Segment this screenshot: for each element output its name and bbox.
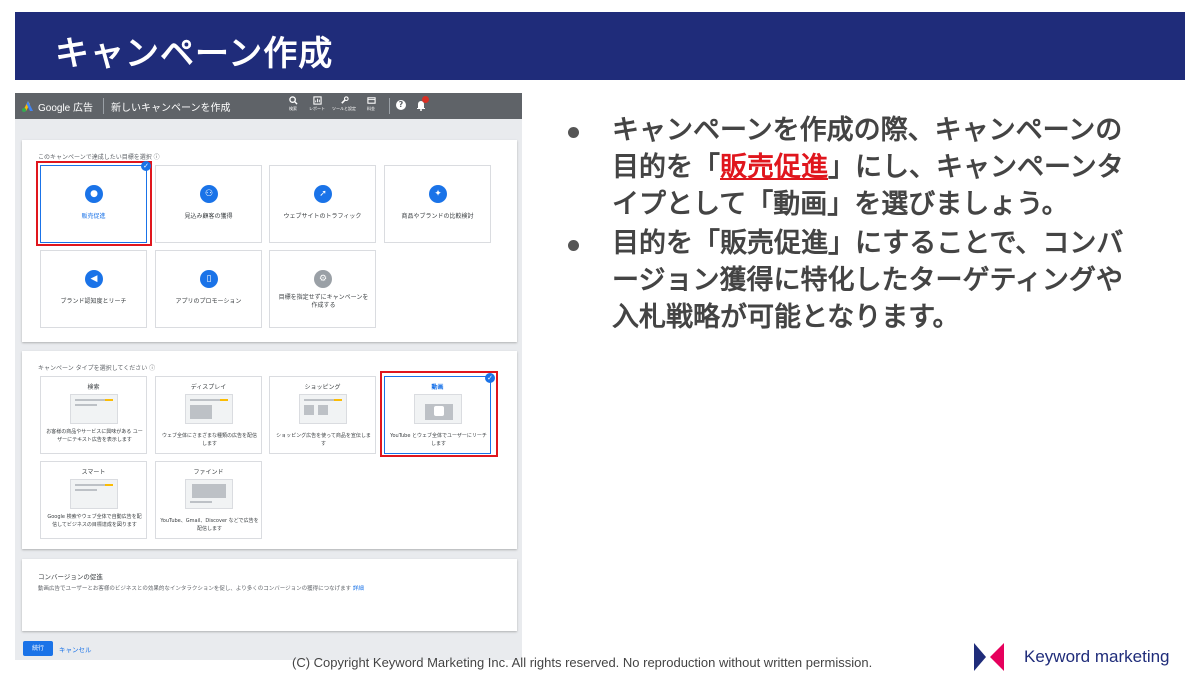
- type-tile-discovery[interactable]: ファインド YouTube、Gmail、Discover などで広告を配信します: [155, 461, 262, 539]
- goal-tile-leads[interactable]: ⚇ 見込み顧客の獲得: [155, 165, 262, 243]
- tool-report-label: レポート: [309, 106, 325, 111]
- ads-screenshot: Google 広告 新しいキャンペーンを作成 検索 レポート ツールと設定 料金…: [15, 93, 522, 660]
- tool-settings-label: ツールと設定: [332, 106, 356, 111]
- wrench-icon: [340, 96, 349, 104]
- type-tile-display[interactable]: ディスプレイ ウェブ全体にさまざまな種類の広告を配信します: [155, 376, 262, 454]
- google-ads-logo-icon: [22, 101, 33, 112]
- goal-tile-app[interactable]: ▯ アプリのプロモーション: [155, 250, 262, 328]
- goal-tile-no-goal-label: 目標を指定せずにキャンペーンを作成する: [278, 294, 369, 309]
- goal-tile-traffic[interactable]: ➚ ウェブサイトのトラフィック: [269, 165, 376, 243]
- conversion-desc: 動画広告でユーザーとお客様のビジネスとの効果的なインタラクションを促し、より多く…: [38, 585, 368, 594]
- info-icon: ⓘ: [153, 154, 160, 161]
- bullet-dot-icon: [568, 127, 579, 138]
- cursor-icon: ➚: [314, 185, 332, 203]
- selected-check-icon: ✓: [485, 373, 495, 383]
- type-tile-discovery-title: ファインド: [193, 469, 224, 476]
- goal-tile-app-label: アプリのプロモーション: [175, 298, 242, 305]
- goal-section-label-text: このキャンペーンで達成したい目標を選択: [38, 154, 152, 161]
- goal-tile-no-goal[interactable]: ⚙ 目標を指定せずにキャンペーンを作成する: [269, 250, 376, 328]
- type-tile-discovery-desc: YouTube、Gmail、Discover などで広告を配信します: [160, 518, 259, 532]
- ads-header-bar: Google 広告 新しいキャンペーンを作成 検索 レポート ツールと設定 料金…: [15, 93, 522, 119]
- type-tile-smart-desc: Google 検索やウェブ全体で自動広告を配信してビジネスの目標達成を図ります: [47, 514, 142, 528]
- details-link[interactable]: 詳細: [353, 586, 364, 592]
- slide-title: キャンペーン作成: [55, 34, 334, 74]
- goal-tile-leads-label: 見込み顧客の獲得: [184, 213, 233, 220]
- type-tile-smart-title: スマート: [81, 469, 106, 476]
- bullet-list: キャンペーンを作成の際、キャンペーンの目的を「販売促進」にし、キャンペーンタイプ…: [566, 112, 1126, 338]
- conversion-title: コンバージョンの促進: [38, 573, 103, 581]
- bullet-item-2: 目的を「販売促進」にすることで、コンバージョン獲得に特化したターゲティングや入札…: [566, 225, 1126, 336]
- type-tile-search-title: 検索: [87, 384, 100, 391]
- discovery-thumb-icon: [185, 479, 233, 509]
- shopping-thumb-icon: [299, 394, 347, 424]
- goal-section-label: このキャンペーンで達成したい目標を選択 ⓘ: [38, 152, 160, 161]
- notification-badge: [422, 96, 429, 103]
- type-tile-shopping[interactable]: ショッピング ショッピング広告を使って商品を宣伝します: [269, 376, 376, 454]
- search-icon: [288, 96, 298, 105]
- ads-brand: Google 広告: [38, 103, 94, 114]
- tool-search[interactable]: 検索: [280, 96, 306, 112]
- tool-billing-label: 料金: [367, 106, 375, 111]
- type-tile-shopping-title: ショッピング: [304, 384, 341, 391]
- goal-tile-awareness-label: ブランド認知度とリーチ: [60, 298, 127, 305]
- type-tile-smart[interactable]: スマート Google 検索やウェブ全体で自動広告を配信してビジネスの目標達成を…: [40, 461, 147, 539]
- header-divider: [103, 98, 104, 114]
- goal-tile-traffic-label: ウェブサイトのトラフィック: [283, 213, 362, 220]
- continue-button[interactable]: 続行: [23, 641, 53, 656]
- type-card: キャンペーン タイプを選択してください ⓘ 検索 お客様の商品やサービスに興味が…: [22, 351, 517, 549]
- help-icon[interactable]: ?: [396, 100, 406, 110]
- highlight-frame-goal: [36, 161, 152, 246]
- bullet-1-emphasis: 販売促進: [720, 152, 828, 183]
- sparkle-icon: ✦: [429, 185, 447, 203]
- goal-tile-consideration[interactable]: ✦ 商品やブランドの比較検討: [384, 165, 491, 243]
- keyword-marketing-logo-icon: [974, 643, 1004, 671]
- bullet-item-1: キャンペーンを作成の際、キャンペーンの目的を「販売促進」にし、キャンペーンタイプ…: [566, 112, 1126, 223]
- highlight-frame-type: [380, 371, 498, 457]
- tool-billing[interactable]: 料金: [358, 96, 384, 112]
- display-thumb-icon: [185, 394, 233, 424]
- report-icon: [312, 96, 322, 105]
- bullet-dot-icon: [568, 240, 579, 251]
- gear-icon: ⚙: [314, 270, 332, 288]
- bullet-2-text: 目的を「販売促進」にすることで、コンバージョン獲得に特化したターゲティングや入札…: [612, 228, 1124, 333]
- type-tile-search[interactable]: 検索 お客様の商品やサービスに興味がある ユーザーにテキスト広告を表示します: [40, 376, 147, 454]
- title-bar: キャンペーン作成: [15, 12, 1185, 80]
- type-tile-search-desc: お客様の商品やサービスに興味がある ユーザーにテキスト広告を表示します: [46, 429, 143, 443]
- selected-check-icon: ✓: [141, 161, 151, 171]
- info-icon: ⓘ: [149, 365, 156, 372]
- type-tile-shopping-desc: ショッピング広告を使って商品を宣伝します: [276, 433, 371, 447]
- speaker-icon: ◀: [85, 270, 103, 288]
- conversion-desc-text: 動画広告でユーザーとお客様のビジネスとの効果的なインタラクションを促し、より多く…: [38, 586, 352, 592]
- logo-text: Keyword marketing: [1024, 647, 1170, 666]
- people-icon: ⚇: [200, 185, 218, 203]
- copyright-text: (C) Copyright Keyword Marketing Inc. All…: [292, 655, 873, 670]
- type-section-label: キャンペーン タイプを選択してください ⓘ: [38, 363, 155, 372]
- header-divider-right: [389, 98, 390, 114]
- smart-thumb-icon: [70, 479, 118, 509]
- type-section-label-text: キャンペーン タイプを選択してください: [38, 365, 148, 372]
- goal-tile-awareness[interactable]: ◀ ブランド認知度とリーチ: [40, 250, 147, 328]
- type-tile-display-title: ディスプレイ: [190, 384, 227, 391]
- tool-report[interactable]: レポート: [304, 96, 330, 112]
- tool-settings[interactable]: ツールと設定: [331, 96, 357, 112]
- goal-card: このキャンペーンで達成したい目標を選択 ⓘ ● 販売促進 ✓ ⚇ 見込み顧客の獲…: [22, 140, 517, 342]
- goal-tile-consideration-label: 商品やブランドの比較検討: [401, 213, 474, 220]
- billing-icon: [366, 97, 376, 104]
- conversion-card: コンバージョンの促進 動画広告でユーザーとお客様のビジネスとの効果的なインタラク…: [22, 559, 517, 631]
- tool-search-label: 検索: [289, 106, 297, 111]
- type-tile-display-desc: ウェブ全体にさまざまな種類の広告を配信します: [162, 433, 257, 447]
- phone-icon: ▯: [200, 270, 218, 288]
- cancel-button[interactable]: キャンセル: [59, 644, 92, 654]
- search-thumb-icon: [70, 394, 118, 424]
- ads-page-title: 新しいキャンペーンを作成: [111, 103, 231, 114]
